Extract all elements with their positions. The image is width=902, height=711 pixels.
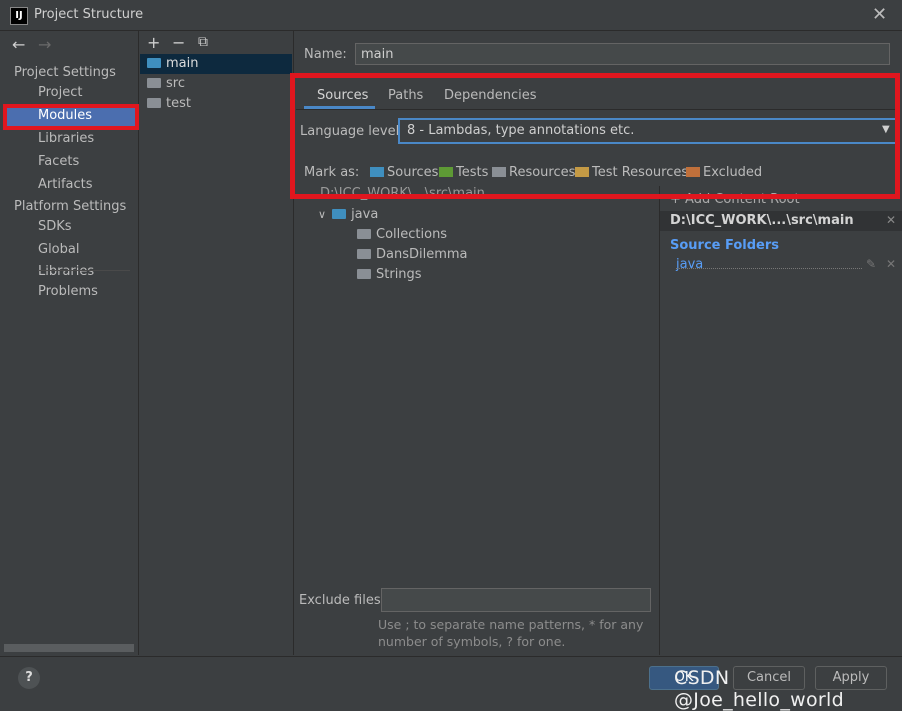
- watermark: CSDN @Joe_hello_world: [674, 667, 844, 711]
- nav-item-facets[interactable]: Facets: [4, 151, 138, 173]
- nav-divider: [38, 270, 130, 271]
- module-folder-icon: [147, 58, 161, 68]
- help-button[interactable]: ?: [18, 667, 40, 689]
- project-settings-header: Project Settings: [14, 65, 116, 80]
- module-label: src: [166, 76, 185, 91]
- tree-row-package[interactable]: Collections: [350, 227, 447, 242]
- exclude-files-label: Exclude files:: [299, 593, 386, 608]
- java-folder-icon: [332, 209, 347, 219]
- modules-panel: + − ⧉ main src test: [139, 31, 294, 655]
- nav-item-project[interactable]: Project: [4, 82, 138, 104]
- close-icon[interactable]: ✕: [872, 4, 887, 25]
- module-item-src[interactable]: src: [140, 74, 292, 94]
- nav-horizontal-scrollbar[interactable]: [4, 644, 134, 652]
- package-icon: [357, 249, 371, 259]
- nav-item-sdks[interactable]: SDKs: [4, 216, 138, 238]
- content-root-path: D:\ICC_WORK\...\src\main: [660, 211, 902, 231]
- sources-highlight-box: [290, 73, 900, 199]
- tree-label: java: [351, 207, 379, 222]
- source-folder-divider: [676, 268, 862, 269]
- remove-icon[interactable]: −: [172, 33, 185, 52]
- tree-label: DansDilemma: [376, 247, 468, 262]
- package-icon: [357, 229, 371, 239]
- exclude-files-hint: Use ; to separate name patterns, * for a…: [378, 617, 644, 649]
- tree-label: Strings: [376, 267, 422, 282]
- modules-highlight-box: [3, 104, 139, 130]
- add-icon[interactable]: +: [147, 33, 160, 52]
- module-item-test[interactable]: test: [140, 94, 292, 114]
- chevron-down-icon[interactable]: ∨: [318, 208, 326, 221]
- package-icon: [357, 269, 371, 279]
- remove-folder-icon[interactable]: ✕: [886, 257, 896, 271]
- source-folder-java: java: [676, 257, 704, 272]
- module-name-input[interactable]: [355, 43, 890, 65]
- source-folders-header: Source Folders: [670, 238, 780, 253]
- forward-arrow-icon[interactable]: →: [38, 35, 51, 54]
- tree-row-package[interactable]: Strings: [350, 267, 422, 282]
- remove-root-icon[interactable]: ✕: [886, 213, 896, 227]
- copy-icon[interactable]: ⧉: [198, 34, 208, 50]
- exclude-files-input[interactable]: [381, 588, 651, 612]
- module-folder-icon: [147, 98, 161, 108]
- nav-item-artifacts[interactable]: Artifacts: [4, 174, 138, 196]
- tree-row-package[interactable]: DansDilemma: [350, 247, 468, 262]
- module-label: test: [166, 96, 191, 111]
- edit-icon[interactable]: ✎: [866, 257, 876, 271]
- intellij-app-icon: IJ: [10, 7, 28, 25]
- name-label: Name:: [304, 47, 347, 62]
- tree-label: Collections: [376, 227, 448, 242]
- window-title: Project Structure: [34, 7, 144, 22]
- nav-item-problems[interactable]: Problems: [4, 281, 138, 303]
- nav-item-libraries[interactable]: Libraries: [4, 128, 138, 150]
- nav-item-global-libraries[interactable]: Global Libraries: [4, 239, 138, 279]
- back-arrow-icon[interactable]: ←: [12, 35, 25, 54]
- module-folder-icon: [147, 78, 161, 88]
- module-item-main[interactable]: main: [140, 54, 292, 74]
- module-label: main: [166, 56, 199, 71]
- tree-row-java[interactable]: ∨ java: [318, 207, 378, 222]
- platform-settings-header: Platform Settings: [14, 199, 127, 214]
